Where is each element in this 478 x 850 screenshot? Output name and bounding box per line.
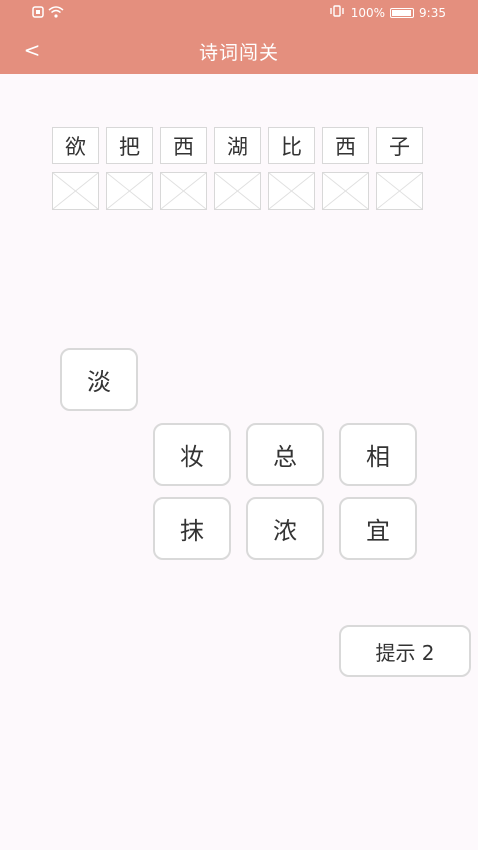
status-right: 100% 9:35 [328, 5, 446, 20]
answer-line [52, 172, 423, 210]
status-left [32, 6, 64, 21]
char-tile[interactable]: 抹 [153, 497, 231, 560]
char-tile[interactable]: 浓 [246, 497, 324, 560]
answer-slot[interactable] [268, 172, 315, 210]
answer-slot[interactable] [52, 172, 99, 210]
empty-slot-icon [323, 173, 368, 209]
empty-slot-icon [377, 173, 422, 209]
poem-char: 西 [160, 127, 207, 164]
empty-slot-icon [53, 173, 98, 209]
vibrate-icon [328, 5, 346, 20]
empty-slot-icon [107, 173, 152, 209]
poem-line: 欲 把 西 湖 比 西 子 [52, 127, 423, 164]
app-bar: < 诗词闯关 [0, 26, 478, 74]
answer-slot[interactable] [106, 172, 153, 210]
poem-char: 比 [268, 127, 315, 164]
empty-slot-icon [215, 173, 260, 209]
poem-char: 子 [376, 127, 423, 164]
char-tile[interactable]: 宜 [339, 497, 417, 560]
poem-char: 把 [106, 127, 153, 164]
answer-slot[interactable] [214, 172, 261, 210]
battery-icon [390, 7, 415, 18]
notification-icon [32, 6, 44, 21]
empty-slot-icon [161, 173, 206, 209]
char-tile[interactable]: 妆 [153, 423, 231, 486]
wifi-icon [48, 6, 64, 21]
page-title: 诗词闯关 [198, 42, 279, 64]
empty-slot-icon [269, 173, 314, 209]
poem-char: 欲 [52, 127, 99, 164]
status-bar: 100% 9:35 [0, 0, 478, 26]
poem-char: 西 [322, 127, 369, 164]
status-time: 9:35 [419, 5, 446, 20]
char-tile[interactable]: 总 [246, 423, 324, 486]
battery-percent: 100% [350, 5, 386, 20]
answer-slot[interactable] [376, 172, 423, 210]
char-tile[interactable]: 淡 [60, 348, 138, 411]
answer-slot[interactable] [160, 172, 207, 210]
poem-char: 湖 [214, 127, 261, 164]
char-tile[interactable]: 相 [339, 423, 417, 486]
answer-slot[interactable] [322, 172, 369, 210]
hint-button[interactable]: 提示 2 [339, 625, 471, 677]
